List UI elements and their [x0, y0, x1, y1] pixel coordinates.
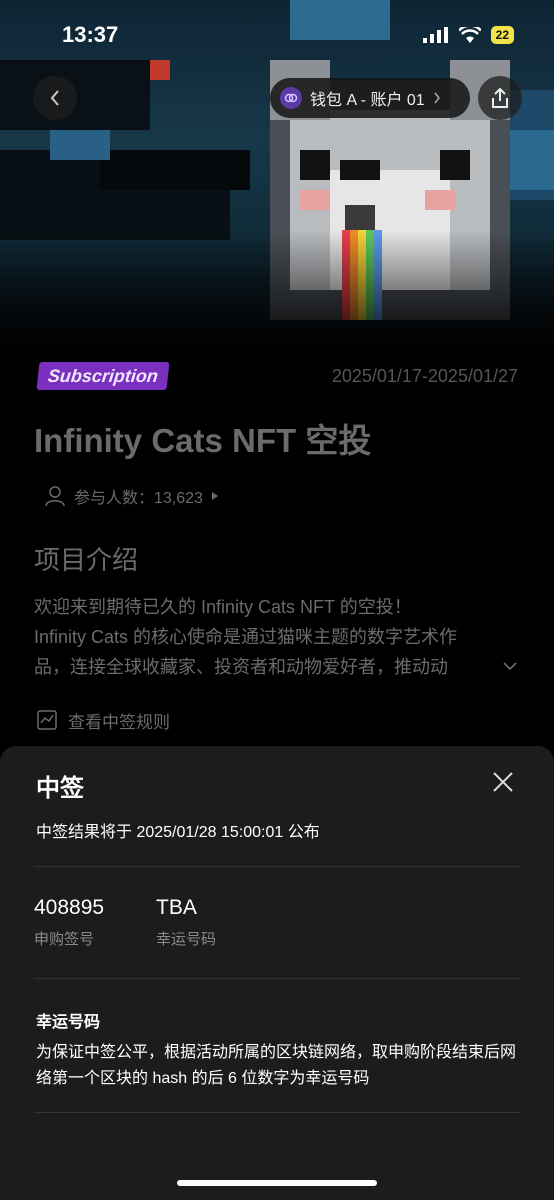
caret-right-icon: [211, 492, 218, 500]
number-value: TBA: [156, 896, 197, 919]
announce-text: 中签结果将于 2025/01/28 15:00:01 公布: [36, 824, 320, 841]
number-label: 申购签号: [34, 931, 95, 948]
date-range: 2025/01/17-2025/01/27: [331, 366, 518, 386]
wallet-label: 钱包 A - 账户 01: [310, 92, 425, 109]
rules-label: 查看中签规则: [68, 713, 170, 732]
wallet-icon: [280, 87, 302, 109]
subscription-badge: Subscription: [36, 362, 170, 390]
intro-line: 欢迎来到期待已久的 Infinity Cats NFT 的空投！: [34, 597, 412, 617]
user-icon: [45, 486, 65, 507]
subscription-number: 408895 申购签号: [34, 896, 104, 949]
intro-text: 欢迎来到期待已久的 Infinity Cats NFT 的空投！ Infinit…: [34, 592, 504, 682]
lucky-heading: 幸运号码: [36, 1014, 101, 1031]
view-rules-link[interactable]: 查看中签规则: [36, 708, 170, 733]
participants-label: 参与人数：13,623: [74, 490, 203, 507]
divider: [34, 866, 520, 867]
home-indicator[interactable]: [177, 1180, 377, 1186]
battery-icon: 22: [490, 26, 514, 44]
page-title: Infinity Cats NFT 空投: [34, 422, 372, 459]
chart-rules-icon: [37, 709, 57, 730]
number-value: 408895: [34, 896, 105, 919]
intro-heading: 项目介绍: [34, 545, 139, 575]
number-label: 幸运号码: [156, 931, 217, 948]
lucky-description: 为保证中签公平，根据活动所属的区块链网络，取申购阶段结束后网络第一个区块的 ha…: [36, 1044, 517, 1087]
wifi-icon: [458, 27, 481, 43]
result-sheet: 中签 中签结果将于 2025/01/28 15:00:01 公布 408895 …: [0, 746, 554, 1200]
share-icon: [492, 87, 508, 108]
signal-icon: [422, 27, 448, 43]
participants-count[interactable]: 参与人数：13,623: [44, 484, 219, 508]
expand-button[interactable]: [502, 658, 518, 676]
divider: [34, 1112, 520, 1113]
lucky-number: TBA 幸运号码: [156, 896, 216, 949]
wallet-selector[interactable]: 钱包 A - 账户 01: [270, 78, 470, 118]
sheet-title: 中签: [36, 775, 84, 802]
chevron-left-icon: [50, 90, 59, 106]
status-time: 13:37: [62, 22, 119, 47]
intro-line: Infinity Cats 的核心使命是通过猫咪主题的数字艺术作: [34, 627, 458, 647]
close-icon: [493, 772, 513, 792]
status-bar: 13:37 22: [0, 0, 554, 70]
intro-line: 品，连接全球收藏家、投资者和动物爱好者，推动动: [34, 657, 448, 677]
close-button[interactable]: [489, 768, 517, 796]
chevron-right-icon: [434, 92, 440, 104]
divider: [34, 978, 520, 979]
back-button[interactable]: [33, 76, 77, 120]
share-button[interactable]: [478, 76, 522, 120]
status-icons: 22: [422, 26, 514, 44]
chevron-down-icon: [503, 662, 517, 671]
